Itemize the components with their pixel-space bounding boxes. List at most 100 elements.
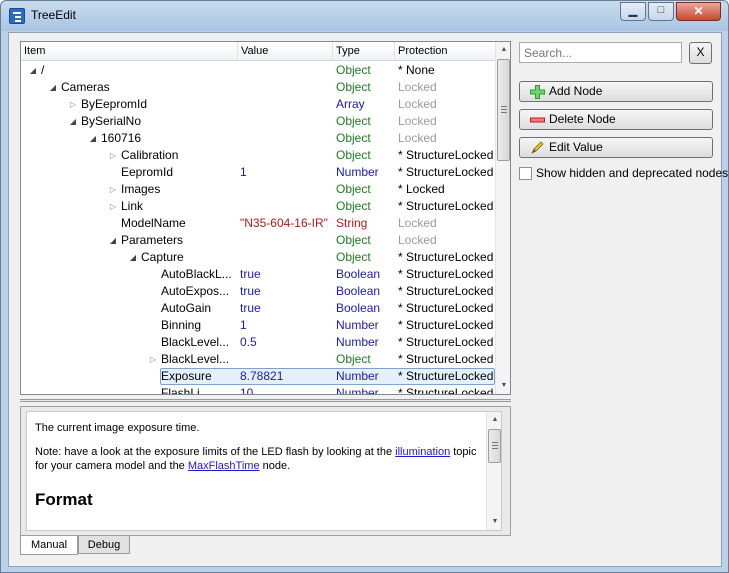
scroll-down-icon[interactable]: ▼ — [496, 378, 510, 394]
collapse-arrow-icon[interactable]: ◢ — [108, 232, 118, 249]
row-value[interactable]: 1 — [240, 317, 332, 334]
tree-row[interactable]: EepromId 1 Number * StructureLocked — [21, 164, 495, 181]
row-value[interactable]: true — [240, 283, 332, 300]
collapse-arrow-icon[interactable]: ◢ — [68, 113, 78, 130]
doc-text: node. — [259, 460, 291, 472]
collapse-arrow-icon[interactable]: ◢ — [88, 130, 98, 147]
tree-row[interactable]: ▷ ByEepromId Array Locked — [21, 96, 495, 113]
expand-arrow-icon[interactable]: ▷ — [108, 181, 118, 198]
expand-arrow-icon[interactable]: ▷ — [148, 351, 158, 368]
tree-row[interactable]: AutoBlackL... true Boolean * StructureLocke… — [21, 266, 495, 283]
row-type: Number — [336, 318, 379, 332]
title-bar[interactable]: TreeEdit ▁ □ ✕ — [1, 1, 728, 31]
tree-row[interactable]: Exposure 8.78821 Number * StructureLocked — [21, 368, 495, 385]
row-type: Array — [336, 97, 365, 111]
doc-text: topic — [450, 446, 477, 458]
tree-scrollbar[interactable]: ▲ ▼ — [495, 42, 510, 394]
row-value[interactable]: 8.78821 — [240, 368, 332, 385]
row-value[interactable]: 0.5 — [240, 334, 332, 351]
expand-arrow-icon[interactable]: ▷ — [108, 198, 118, 215]
show-hidden-option[interactable]: Show hidden and deprecated nodes — [519, 165, 728, 181]
row-type: Object — [336, 352, 371, 366]
tree-row[interactable]: ◢ BySerialNo Object Locked — [21, 113, 495, 130]
expand-arrow-icon[interactable]: ▷ — [108, 147, 118, 164]
tree-row[interactable]: ▷ Calibration Object * StructureLocked — [21, 147, 495, 164]
tree-row[interactable]: BlackLevel... 0.5 Number * StructureLocked — [21, 334, 495, 351]
row-type: Number — [336, 369, 379, 383]
close-icon: ✕ — [693, 4, 704, 18]
collapse-arrow-icon[interactable]: ◢ — [48, 79, 58, 96]
maximize-button[interactable]: □ — [648, 2, 674, 21]
row-protection: * StructureLocked — [398, 165, 494, 179]
delete-node-button[interactable]: Delete Node — [519, 109, 713, 130]
tree-row[interactable]: ◢ Cameras Object Locked — [21, 79, 495, 96]
tree-row[interactable]: AutoGain true Boolean * StructureLocked — [21, 300, 495, 317]
scroll-down-icon[interactable]: ▼ — [487, 514, 501, 530]
tree-row[interactable]: ◢ Capture Object * StructureLocked — [21, 249, 495, 266]
add-node-button[interactable]: Add Node — [519, 81, 713, 102]
tree-row[interactable]: Binning 1 Number * StructureLocked — [21, 317, 495, 334]
search-input[interactable] — [519, 42, 682, 63]
tree-row[interactable]: ◢ / Object * None — [21, 62, 495, 79]
maxflashtime-link[interactable]: MaxFlashTime — [188, 460, 260, 472]
column-header-item[interactable]: Item — [21, 42, 238, 61]
clear-search-button[interactable]: X — [689, 42, 712, 64]
tree-view[interactable]: Item Value Type Protection ◢ / Object * Non… — [20, 41, 511, 395]
row-name: AutoBlackL... — [161, 267, 232, 281]
delete-node-label: Delete Node — [549, 112, 616, 126]
row-type: Number — [336, 386, 379, 395]
row-type: Object — [336, 131, 371, 145]
row-name: Capture — [141, 250, 184, 264]
row-value[interactable]: true — [240, 266, 332, 283]
row-name: ByEepromId — [81, 97, 148, 111]
tree-row[interactable]: ◢ 160716 Object Locked — [21, 130, 495, 147]
tree-row[interactable]: AutoExpos... true Boolean * StructureLocked — [21, 283, 495, 300]
column-header-protection[interactable]: Protection — [395, 42, 495, 61]
column-header-value[interactable]: Value — [238, 42, 333, 61]
minimize-button[interactable]: ▁ — [620, 2, 646, 21]
row-value[interactable]: "N35-604-16-IR" — [240, 215, 332, 232]
scroll-up-icon[interactable]: ▲ — [496, 42, 510, 58]
row-value[interactable]: 1 — [240, 164, 332, 181]
row-type: Object — [336, 114, 371, 128]
doc-scroll-thumb[interactable] — [488, 429, 501, 463]
illumination-link[interactable]: illumination — [395, 446, 450, 458]
tab-debug[interactable]: Debug — [78, 536, 130, 554]
tree-row[interactable]: ModelName "N35-604-16-IR" String Locked — [21, 215, 495, 232]
row-name: AutoGain — [161, 301, 212, 315]
scroll-up-icon[interactable]: ▲ — [487, 412, 501, 428]
tree-row[interactable]: ▷ BlackLevel... Object * StructureLocked — [21, 351, 495, 368]
row-protection: * StructureLocked — [398, 318, 494, 332]
row-protection: * StructureLocked — [398, 250, 494, 264]
tree-row[interactable]: FlashLi... 10 Number * StructureLocked — [21, 385, 495, 395]
collapse-arrow-icon[interactable]: ◢ — [128, 249, 138, 266]
collapse-arrow-icon[interactable]: ◢ — [28, 62, 38, 79]
row-name: Binning — [161, 318, 202, 332]
row-value[interactable]: true — [240, 300, 332, 317]
tree-row[interactable]: ◢ Parameters Object Locked — [21, 232, 495, 249]
expand-arrow-icon[interactable]: ▷ — [68, 96, 78, 113]
tree-row[interactable]: ▷ Link Object * StructureLocked — [21, 198, 495, 215]
doc-scrollbar[interactable]: ▲ ▼ — [486, 412, 501, 530]
row-protection: Locked — [398, 114, 437, 128]
red-minus-icon — [530, 117, 545, 123]
row-value[interactable]: 10 — [240, 385, 332, 394]
edit-value-button[interactable]: Edit Value — [519, 137, 713, 158]
tree-row[interactable]: ▷ Images Object * Locked — [21, 181, 495, 198]
doc-viewer[interactable]: The current image exposure time. Note: h… — [26, 411, 502, 531]
doc-text: Note: have a look at the exposure limits… — [35, 446, 396, 458]
column-header-type[interactable]: Type — [333, 42, 395, 61]
scroll-thumb[interactable] — [497, 59, 510, 161]
row-type: Number — [336, 335, 379, 349]
treeedit-window: TreeEdit ▁ □ ✕ Item Value Type Protectio… — [0, 0, 729, 573]
close-button[interactable]: ✕ — [676, 2, 721, 21]
row-type: Object — [336, 63, 371, 77]
row-type: Object — [336, 80, 371, 94]
doc-heading-format: Format — [35, 490, 93, 509]
row-name: BlackLevel... — [161, 335, 230, 349]
tab-manual[interactable]: Manual — [20, 536, 78, 555]
show-hidden-checkbox[interactable] — [519, 167, 532, 180]
doc-text: for your camera model and the — [35, 460, 188, 472]
row-type: Number — [336, 165, 379, 179]
panel-splitter[interactable] — [20, 399, 511, 402]
